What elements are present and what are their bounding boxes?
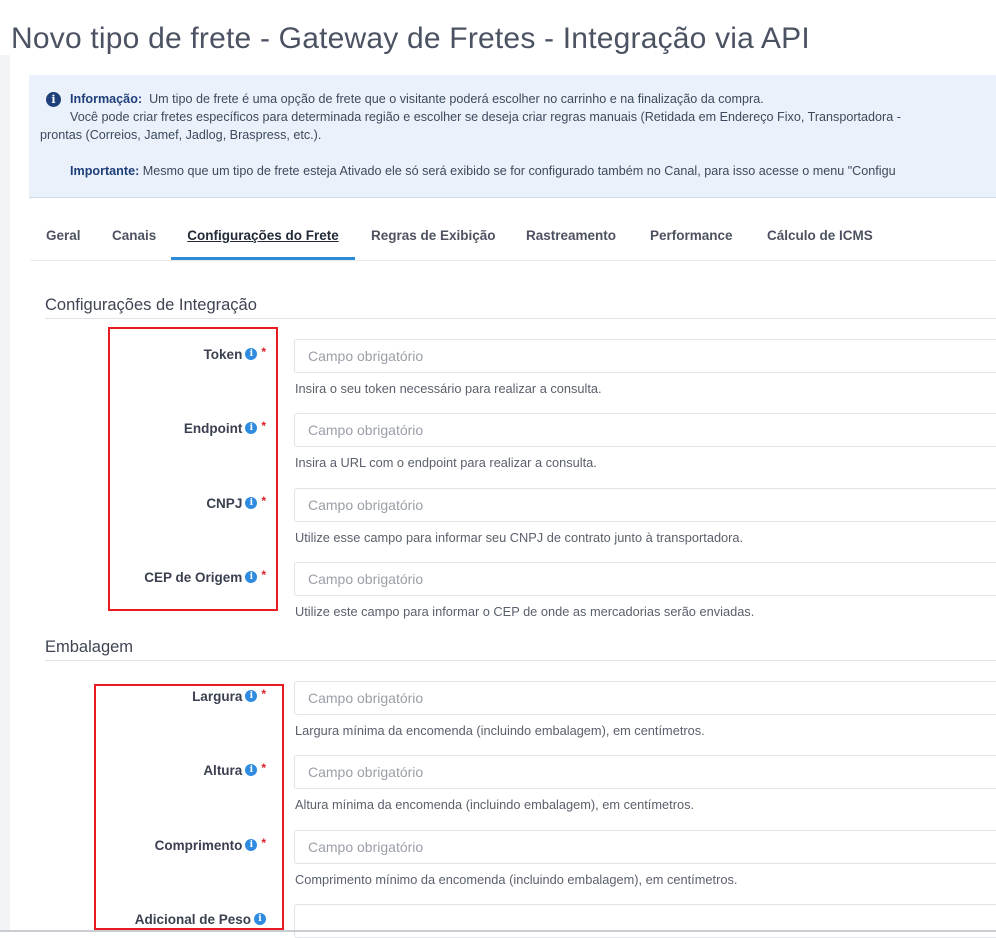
- tab-configuracoes-do-frete[interactable]: Configurações do Frete: [171, 215, 355, 260]
- altura-hint: Altura mínima da encomenda (incluindo em…: [295, 797, 695, 812]
- section-divider: [45, 660, 996, 661]
- largura-hint: Largura mínima da encomenda (incluindo e…: [295, 723, 705, 738]
- alert-info-text: Um tipo de frete é uma opção de frete qu…: [149, 92, 764, 106]
- page-title: Novo tipo de frete - Gateway de Fretes -…: [11, 22, 810, 56]
- tab-calculo-de-icms[interactable]: Cálculo de ICMS: [767, 215, 873, 257]
- alert-line-1: Informação: Um tipo de frete é uma opção…: [70, 90, 764, 108]
- tab-regras-de-exibicao[interactable]: Regras de Exibição: [371, 215, 496, 257]
- alert-important-label: Importante:: [70, 164, 140, 178]
- section-divider: [45, 318, 996, 319]
- comprimento-input[interactable]: [294, 830, 996, 864]
- section-title-packaging: Embalagem: [45, 638, 134, 656]
- endpoint-input[interactable]: [294, 413, 996, 447]
- tab-performance[interactable]: Performance: [650, 215, 733, 257]
- highlight-box-integration: [108, 327, 278, 611]
- token-hint: Insira o seu token necessário para reali…: [295, 381, 602, 396]
- alert-info-label: Informação:: [70, 92, 143, 106]
- section-title-integration: Configurações de Integração: [45, 296, 257, 314]
- tab-rastreamento[interactable]: Rastreamento: [526, 215, 616, 257]
- cnpj-input[interactable]: [294, 488, 996, 522]
- alert-important-text: Mesmo que um tipo de frete esteja Ativad…: [142, 164, 896, 178]
- alert-line-3: prontas (Correios, Jamef, Jadlog, Braspr…: [40, 128, 322, 142]
- tab-bar: Geral Canais Configurações do Frete Regr…: [30, 215, 996, 261]
- info-alert: i Informação: Um tipo de frete é uma opç…: [29, 75, 996, 198]
- endpoint-hint: Insira a URL com o endpoint para realiza…: [295, 455, 597, 470]
- tab-canais[interactable]: Canais: [112, 215, 156, 257]
- info-icon: i: [46, 92, 61, 107]
- tab-geral[interactable]: Geral: [46, 215, 81, 257]
- cep-de-origem-input[interactable]: [294, 562, 996, 596]
- alert-line-2: Você pode criar fretes específicos para …: [70, 110, 901, 124]
- largura-input[interactable]: [294, 681, 996, 715]
- highlight-box-packaging: [94, 684, 284, 930]
- comprimento-hint: Comprimento mínimo da encomenda (incluin…: [295, 872, 738, 887]
- altura-input[interactable]: [294, 755, 996, 789]
- cep-de-origem-hint: Utilize este campo para informar o CEP d…: [295, 604, 755, 619]
- adicional-de-peso-input[interactable]: [294, 904, 996, 938]
- cnpj-hint: Utilize esse campo para informar seu CNP…: [295, 530, 744, 545]
- alert-important: Importante: Mesmo que um tipo de frete e…: [70, 162, 896, 180]
- token-input[interactable]: [294, 339, 996, 373]
